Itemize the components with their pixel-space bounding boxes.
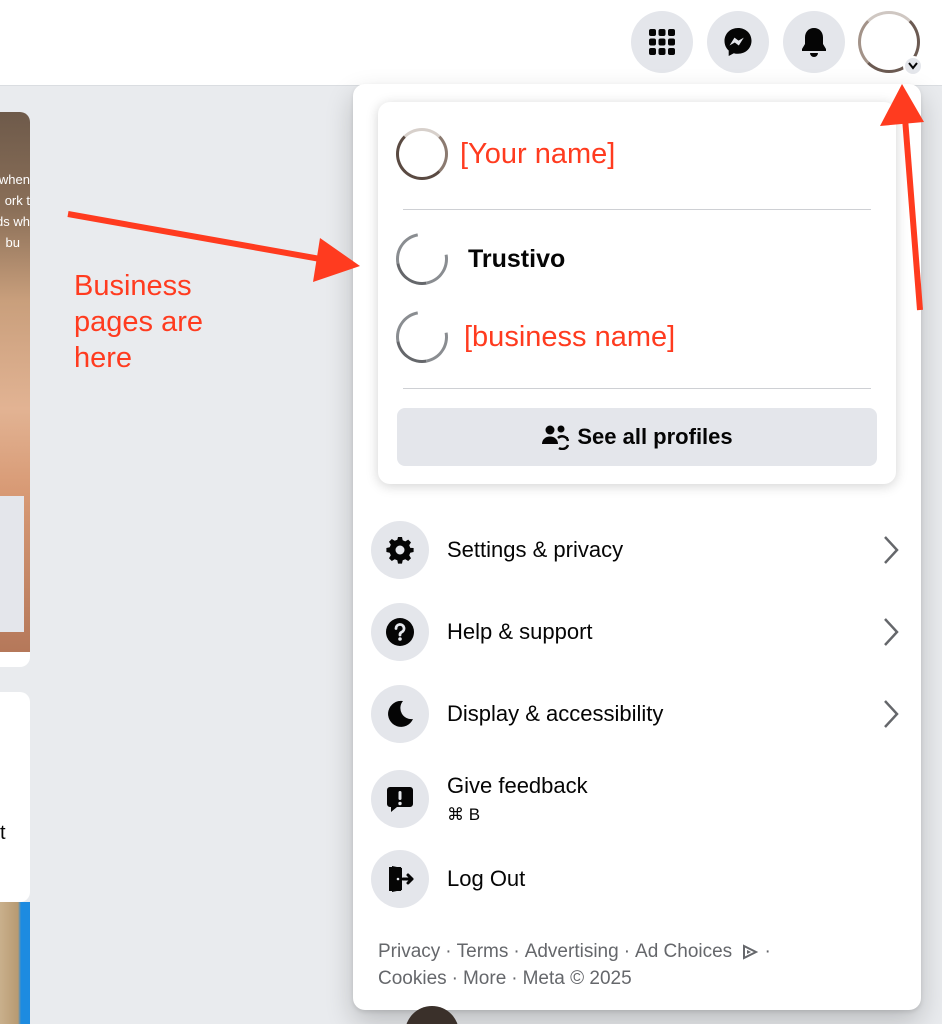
annotation-arrow-left [67,211,360,282]
annotation-arrows [67,84,924,311]
annotation-arrow-right [880,84,924,311]
